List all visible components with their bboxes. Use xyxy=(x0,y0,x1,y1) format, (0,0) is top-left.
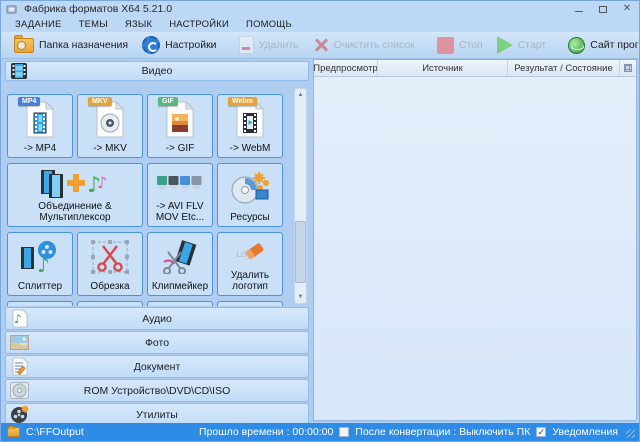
section-audio[interactable]: ♪ Аудио xyxy=(5,307,309,330)
audio-icon: ♪ xyxy=(9,309,29,329)
clear-list-button: Очистить список xyxy=(306,34,422,57)
resources-icon xyxy=(229,170,271,206)
webm-file-icon xyxy=(234,101,266,138)
tile-trim[interactable]: Обрезка xyxy=(77,232,143,296)
maximize-button[interactable] xyxy=(591,1,615,17)
gear-icon xyxy=(142,36,160,54)
destination-folder-button[interactable]: Папка назначения xyxy=(7,34,135,57)
start-button: Старт xyxy=(490,34,554,57)
tile-resources[interactable]: Ресурсы xyxy=(217,163,283,227)
website-button[interactable]: Сайт программы xyxy=(561,34,640,57)
settings-button[interactable]: Настройки xyxy=(135,34,224,57)
scissors-crop-icon xyxy=(90,239,130,275)
column-preview[interactable]: Предпросмотр xyxy=(314,60,378,76)
tile-to-avi-flv-mov[interactable]: -> AVI FLV MOV Etc... xyxy=(147,163,213,227)
document-icon xyxy=(9,357,29,377)
tile-clipmaker[interactable]: Клипмейкер xyxy=(147,232,213,296)
mp4-file-icon xyxy=(24,101,56,138)
tile-to-mp4[interactable]: MP4 -> MP4 xyxy=(7,94,73,158)
svg-text:♪: ♪ xyxy=(37,253,50,275)
tile-partial[interactable] xyxy=(77,301,143,306)
svg-text:♪: ♪ xyxy=(14,312,22,326)
shutdown-label[interactable]: После конвертации : Выключить ПК xyxy=(355,426,530,438)
task-table-header: Предпросмотр Источник Результат / Состоя… xyxy=(314,60,636,77)
output-folder-icon xyxy=(7,427,20,437)
app-icon xyxy=(6,4,17,15)
scroll-thumb[interactable] xyxy=(295,221,306,283)
tile-splitter[interactable]: ♪ Сплиттер xyxy=(7,232,73,296)
eraser-logo-icon: Logo xyxy=(230,235,270,269)
gif-file-icon xyxy=(164,101,196,138)
tile-to-gif[interactable]: GIF -> GIF xyxy=(147,94,213,158)
column-source[interactable]: Источник xyxy=(378,60,508,76)
main-content: Видео MP4 -> MP4 xyxy=(1,59,639,423)
folder-icon xyxy=(14,38,34,53)
menu-language[interactable]: ЯЗЫК xyxy=(125,19,152,30)
tile-merge-multiplexer[interactable]: ♪♪ Объединение & Мультиплексор xyxy=(7,163,143,227)
toolbar: Папка назначения Настройки Удалить Очист… xyxy=(1,32,639,59)
merge-icon: ♪♪ xyxy=(39,166,111,200)
remove-button: Удалить xyxy=(232,34,306,57)
menu-task[interactable]: ЗАДАНИЕ xyxy=(15,19,62,30)
task-table: Предпросмотр Источник Результат / Состоя… xyxy=(313,59,637,421)
notifications-checkbox[interactable]: ✓ xyxy=(536,427,546,437)
resize-grip[interactable] xyxy=(626,429,635,438)
globe-icon xyxy=(568,37,585,54)
app-window: Фабрика форматов X64 5.21.0 ✕ ЗАДАНИЕ ТЕ… xyxy=(0,0,640,442)
start-icon xyxy=(497,36,513,54)
clear-x-icon xyxy=(313,37,329,53)
clipmaker-icon xyxy=(160,240,200,274)
svg-text:♪: ♪ xyxy=(97,173,107,192)
column-result-state[interactable]: Результат / Состояние xyxy=(508,60,620,76)
tile-to-mkv[interactable]: MKV -> MKV xyxy=(77,94,143,158)
section-video[interactable]: Видео xyxy=(5,61,309,81)
close-button[interactable]: ✕ xyxy=(615,1,639,17)
output-path[interactable]: C:\FFOutput xyxy=(26,426,84,438)
mkv-file-icon xyxy=(94,101,126,138)
section-document[interactable]: Документ xyxy=(5,355,309,378)
stop-button: Стоп xyxy=(430,34,490,57)
menu-help[interactable]: ПОМОЩЬ xyxy=(246,19,292,30)
video-film-icon xyxy=(9,61,29,81)
tile-partial[interactable] xyxy=(7,301,73,306)
menubar: ЗАДАНИЕ ТЕМЫ ЯЗЫК НАСТРОЙКИ ПОМОЩЬ xyxy=(1,17,639,32)
format-sidebar: Видео MP4 -> MP4 xyxy=(1,59,313,423)
menu-settings[interactable]: НАСТРОЙКИ xyxy=(169,19,229,30)
multi-format-icons xyxy=(156,173,204,193)
section-photo[interactable]: Фото xyxy=(5,331,309,354)
section-rom-device[interactable]: ROM Устройство\DVD\CD\ISO xyxy=(5,379,309,402)
tile-partial[interactable] xyxy=(147,301,213,306)
splitter-icon: ♪ xyxy=(19,239,61,275)
column-chooser-button[interactable] xyxy=(620,60,636,76)
stop-icon xyxy=(437,37,454,54)
grid-scrollbar[interactable]: ▲ ▼ xyxy=(294,88,307,304)
scroll-up-icon[interactable]: ▲ xyxy=(295,89,306,101)
tile-partial[interactable] xyxy=(217,301,283,306)
tile-remove-logo[interactable]: Logo Удалить логотип xyxy=(217,232,283,296)
disc-icon xyxy=(9,381,29,401)
menu-themes[interactable]: ТЕМЫ xyxy=(79,19,108,30)
window-title: Фабрика форматов X64 5.21.0 xyxy=(24,3,172,15)
task-list-empty[interactable] xyxy=(314,77,636,420)
elapsed-time: Прошло времени : 00:00:00 xyxy=(199,426,333,438)
column-chooser-icon xyxy=(624,64,632,72)
titlebar: Фабрика форматов X64 5.21.0 ✕ xyxy=(1,1,639,17)
photo-icon xyxy=(9,333,29,353)
notifications-label[interactable]: Уведомления xyxy=(552,426,618,438)
statusbar: C:\FFOutput Прошло времени : 00:00:00 По… xyxy=(1,423,639,441)
scroll-down-icon[interactable]: ▼ xyxy=(295,291,306,303)
tile-to-webm[interactable]: Webm -> WebM xyxy=(217,94,283,158)
shutdown-checkbox[interactable] xyxy=(339,427,349,437)
task-panel: Предпросмотр Источник Результат / Состоя… xyxy=(313,59,639,423)
utilities-icon xyxy=(9,405,29,425)
remove-icon xyxy=(239,36,254,54)
minimize-button[interactable] xyxy=(567,1,591,17)
video-format-grid: MP4 -> MP4 MKV -> MKV xyxy=(5,82,309,306)
